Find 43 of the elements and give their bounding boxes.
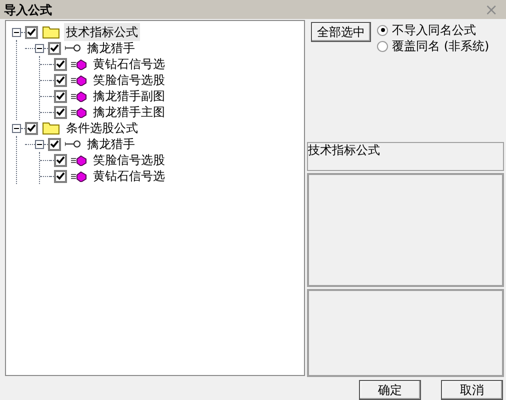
expand-toggle[interactable]	[12, 28, 21, 36]
radio-label[interactable]: 不导入同名公式	[392, 21, 476, 39]
tree-item[interactable]: 笑脸信号选股	[91, 71, 167, 89]
checkbox[interactable]	[25, 26, 38, 38]
checkbox[interactable]	[54, 154, 67, 166]
formula-icon	[71, 154, 87, 166]
description-box: 技术指标公式	[307, 142, 504, 171]
key-icon	[65, 44, 81, 52]
checkbox[interactable]	[54, 90, 67, 102]
tree-item[interactable]: 黄钻石信号选	[91, 55, 167, 73]
radio-label[interactable]: 覆盖同名 (非系统)	[392, 37, 490, 55]
checkbox[interactable]	[54, 106, 67, 118]
checkbox[interactable]	[54, 74, 67, 86]
tree-item[interactable]: 条件选股公式	[64, 119, 140, 137]
expand-toggle[interactable]	[12, 124, 21, 132]
dialog-button[interactable]: 确定	[359, 380, 421, 400]
tree-item[interactable]: 擒龙猎手	[85, 135, 137, 153]
checkbox[interactable]	[54, 58, 67, 70]
select-all-button[interactable]: 全部选中	[311, 22, 371, 42]
formula-icon	[71, 74, 87, 86]
radio-button[interactable]	[377, 24, 388, 36]
radio-button[interactable]	[377, 40, 388, 52]
tree-item[interactable]: 技术指标公式	[64, 23, 140, 41]
dialog-button[interactable]: 取消	[441, 380, 503, 400]
expand-toggle[interactable]	[35, 140, 44, 148]
checkbox[interactable]	[48, 42, 61, 54]
checkbox[interactable]	[54, 170, 67, 182]
checkbox[interactable]	[48, 138, 61, 150]
formula-icon	[71, 90, 87, 102]
tree-item[interactable]: 擒龙猎手主图	[91, 103, 167, 121]
tree-item[interactable]: 笑脸信号选股	[91, 151, 167, 169]
key-icon	[65, 140, 81, 148]
formula-icon	[71, 170, 87, 182]
formula-icon	[71, 106, 87, 118]
tree-item[interactable]: 擒龙猎手副图	[91, 87, 167, 105]
folder-icon	[42, 121, 60, 135]
formula-icon	[71, 58, 87, 70]
folder-icon	[42, 25, 60, 39]
expand-toggle[interactable]	[35, 44, 44, 52]
checkbox[interactable]	[25, 122, 38, 134]
window-title: 导入公式	[4, 2, 52, 18]
tree-item[interactable]: 擒龙猎手	[85, 39, 137, 57]
tree-item[interactable]: 黄钻石信号选	[91, 167, 167, 185]
